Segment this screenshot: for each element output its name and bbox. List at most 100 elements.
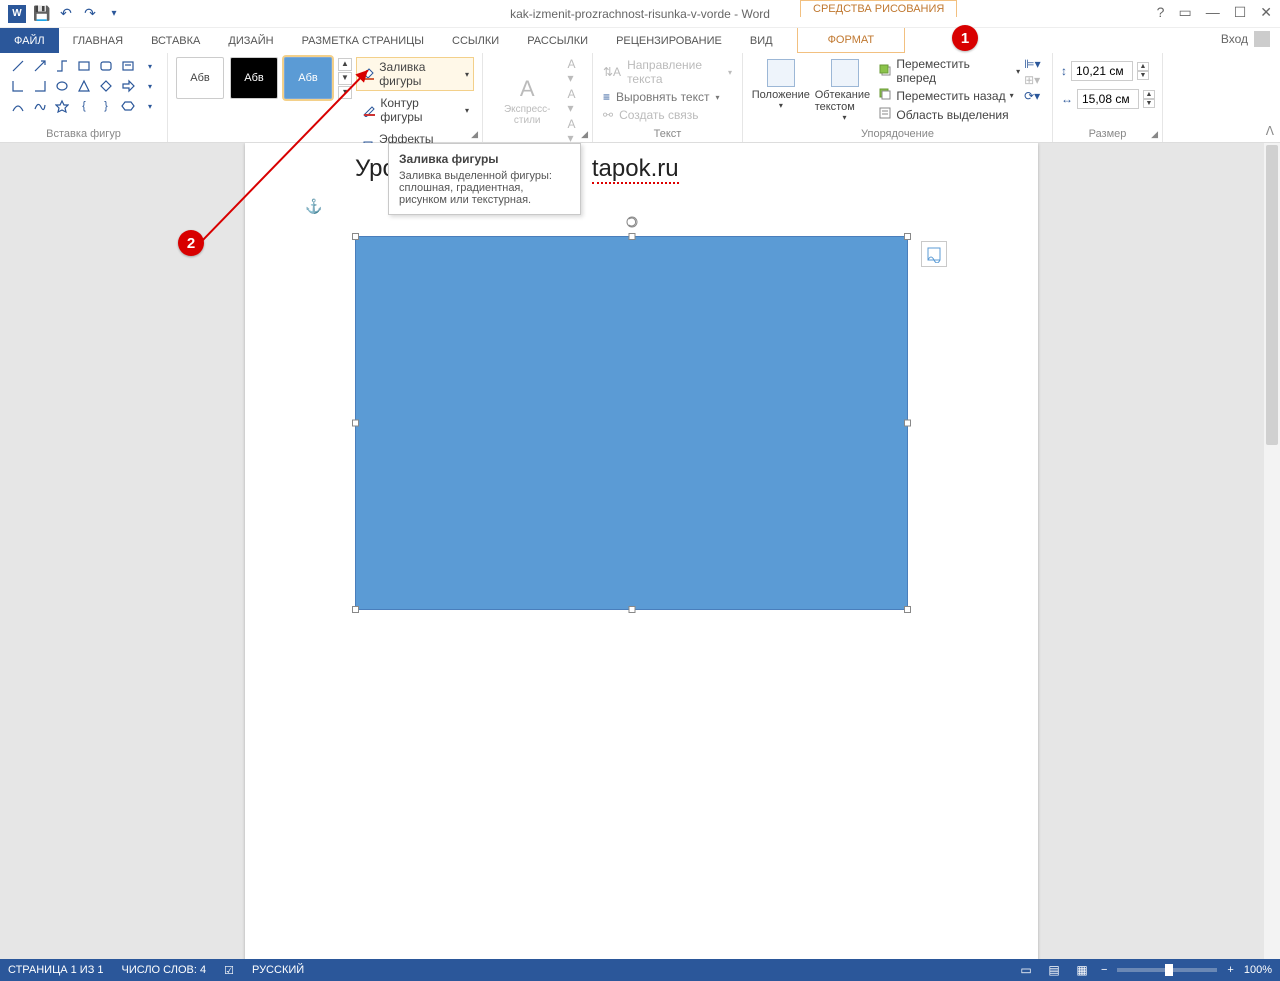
shape-hexagon-icon[interactable] [118,97,138,115]
tab-home[interactable]: ГЛАВНАЯ [59,28,137,53]
width-down-icon[interactable]: ▼ [1143,99,1155,108]
selected-shape[interactable] [355,236,908,610]
shape-textbox-icon[interactable] [118,57,138,75]
shape-rect-icon[interactable] [74,57,94,75]
handle-w[interactable] [352,420,359,427]
save-icon[interactable]: 💾 [34,6,50,22]
shape-expand-icon[interactable]: ▾ [140,97,160,115]
shape-fill-button[interactable]: Заливка фигуры ▾ [356,57,474,91]
shape-more-icon[interactable]: ▾ [140,57,160,75]
tab-format[interactable]: ФОРМАТ [797,28,906,53]
layout-options-button[interactable] [921,241,947,267]
shape-outline-button[interactable]: Контур фигуры ▾ [356,93,474,127]
tab-references[interactable]: ССЫЛКИ [438,28,513,53]
width-input[interactable] [1077,89,1139,109]
shape-triangle-icon[interactable] [74,77,94,95]
shapes-gallery[interactable]: ▾ ▾ { } ▾ [8,57,160,115]
page[interactable]: Уроtapok.ru ⚓ [245,143,1038,959]
shape-rounded-rect-icon[interactable] [96,57,116,75]
shape-arrow-icon[interactable] [30,57,50,75]
handle-n[interactable] [628,233,635,240]
height-input[interactable] [1071,61,1133,81]
style-gallery-scroll[interactable]: ▲ ▼ ▾ [338,58,352,99]
status-page[interactable]: СТРАНИЦА 1 ИЗ 1 [8,964,104,976]
tab-insert[interactable]: ВСТАВКА [137,28,214,53]
group-button[interactable]: ⊞▾ [1024,73,1044,87]
height-up-icon[interactable]: ▲ [1137,62,1149,71]
shape-freeform-icon[interactable] [30,97,50,115]
zoom-slider-knob[interactable] [1165,964,1173,976]
handle-nw[interactable] [352,233,359,240]
style-thumb-outline[interactable]: Абв [176,57,224,99]
shape-brace-left-icon[interactable]: { [74,97,94,115]
status-language[interactable]: РУССКИЙ [252,964,304,976]
shape-star-icon[interactable] [52,97,72,115]
view-web-icon[interactable]: ▦ [1073,962,1091,978]
close-icon[interactable]: ✕ [1260,4,1272,21]
style-gallery-more-icon[interactable]: ▾ [338,86,352,99]
shape-elbow-icon[interactable] [8,77,28,95]
width-up-icon[interactable]: ▲ [1143,90,1155,99]
view-read-icon[interactable]: ▭ [1017,962,1035,978]
rotate-handle[interactable] [625,215,639,229]
wrap-text-button[interactable]: Обтекание текстом ▾ [815,57,875,122]
zoom-in-icon[interactable]: + [1227,964,1233,976]
tab-file[interactable]: ФАЙЛ [0,28,59,53]
vertical-scrollbar[interactable] [1264,143,1280,959]
rotate-button[interactable]: ⟳▾ [1024,89,1044,103]
dialog-launcher-icon[interactable]: ◢ [1151,129,1158,140]
height-down-icon[interactable]: ▼ [1137,71,1149,80]
tab-design[interactable]: ДИЗАЙН [214,28,287,53]
tab-mailings[interactable]: РАССЫЛКИ [513,28,602,53]
style-thumb-black[interactable]: Абв [230,57,278,99]
tab-review[interactable]: РЕЦЕНЗИРОВАНИЕ [602,28,736,53]
style-thumb-blue[interactable]: Абв [284,57,332,99]
align-button[interactable]: ⊫▾ [1024,57,1044,71]
tab-page-layout[interactable]: РАЗМЕТКА СТРАНИЦЫ [288,28,438,53]
collapse-ribbon-icon[interactable]: ᐱ [1266,124,1274,138]
create-link-button[interactable]: ⚯ Создать связь [601,107,734,123]
bring-forward-button[interactable]: Переместить вперед▾ [878,57,1020,85]
maximize-icon[interactable]: ☐ [1234,4,1247,21]
tab-view[interactable]: ВИД [736,28,787,53]
shape-style-gallery[interactable]: Абв Абв Абв ▲ ▼ ▾ [176,57,352,99]
zoom-slider[interactable] [1117,968,1217,972]
shape-rightarrow-icon[interactable] [118,77,138,95]
scrollbar-thumb[interactable] [1266,145,1278,445]
shape-oval-icon[interactable] [52,77,72,95]
status-word-count[interactable]: ЧИСЛО СЛОВ: 4 [122,964,207,976]
handle-e[interactable] [904,420,911,427]
handle-ne[interactable] [904,233,911,240]
selection-pane-button[interactable]: Область выделения [878,106,1020,123]
dialog-launcher-icon[interactable]: ◢ [581,129,588,140]
text-direction-button[interactable]: ⇅A Направление текста▾ [601,57,734,87]
wordart-gallery-button[interactable]: A [516,76,539,102]
text-fill-button[interactable]: A ▾ [567,57,584,85]
handle-se[interactable] [904,606,911,613]
send-backward-button[interactable]: Переместить назад▾ [878,87,1020,104]
dialog-launcher-icon[interactable]: ◢ [471,129,478,140]
zoom-out-icon[interactable]: − [1101,964,1107,976]
style-scroll-down-icon[interactable]: ▼ [338,72,352,85]
shape-elbow2-icon[interactable] [30,77,50,95]
shape-curve-icon[interactable] [8,97,28,115]
zoom-level[interactable]: 100% [1244,964,1272,976]
handle-sw[interactable] [352,606,359,613]
sign-in[interactable]: Вход [1221,31,1270,47]
shape-brace-right-icon[interactable]: } [96,97,116,115]
text-outline-button[interactable]: A ▾ [567,87,584,115]
help-icon[interactable]: ? [1157,4,1165,21]
handle-s[interactable] [628,606,635,613]
position-button[interactable]: Положение ▾ [751,57,811,110]
shape-connector-icon[interactable] [52,57,72,75]
anchor-icon[interactable]: ⚓ [305,198,322,215]
redo-icon[interactable]: ↷ [82,6,98,22]
undo-icon[interactable]: ↶ [58,6,74,22]
shape-more2-icon[interactable]: ▾ [140,77,160,95]
shape-diamond-icon[interactable] [96,77,116,95]
status-proofing-icon[interactable]: ☑ [224,964,234,977]
style-scroll-up-icon[interactable]: ▲ [338,58,352,71]
shape-line-icon[interactable] [8,57,28,75]
ribbon-options-icon[interactable]: ▭ [1178,4,1191,21]
minimize-icon[interactable]: — [1206,4,1220,21]
